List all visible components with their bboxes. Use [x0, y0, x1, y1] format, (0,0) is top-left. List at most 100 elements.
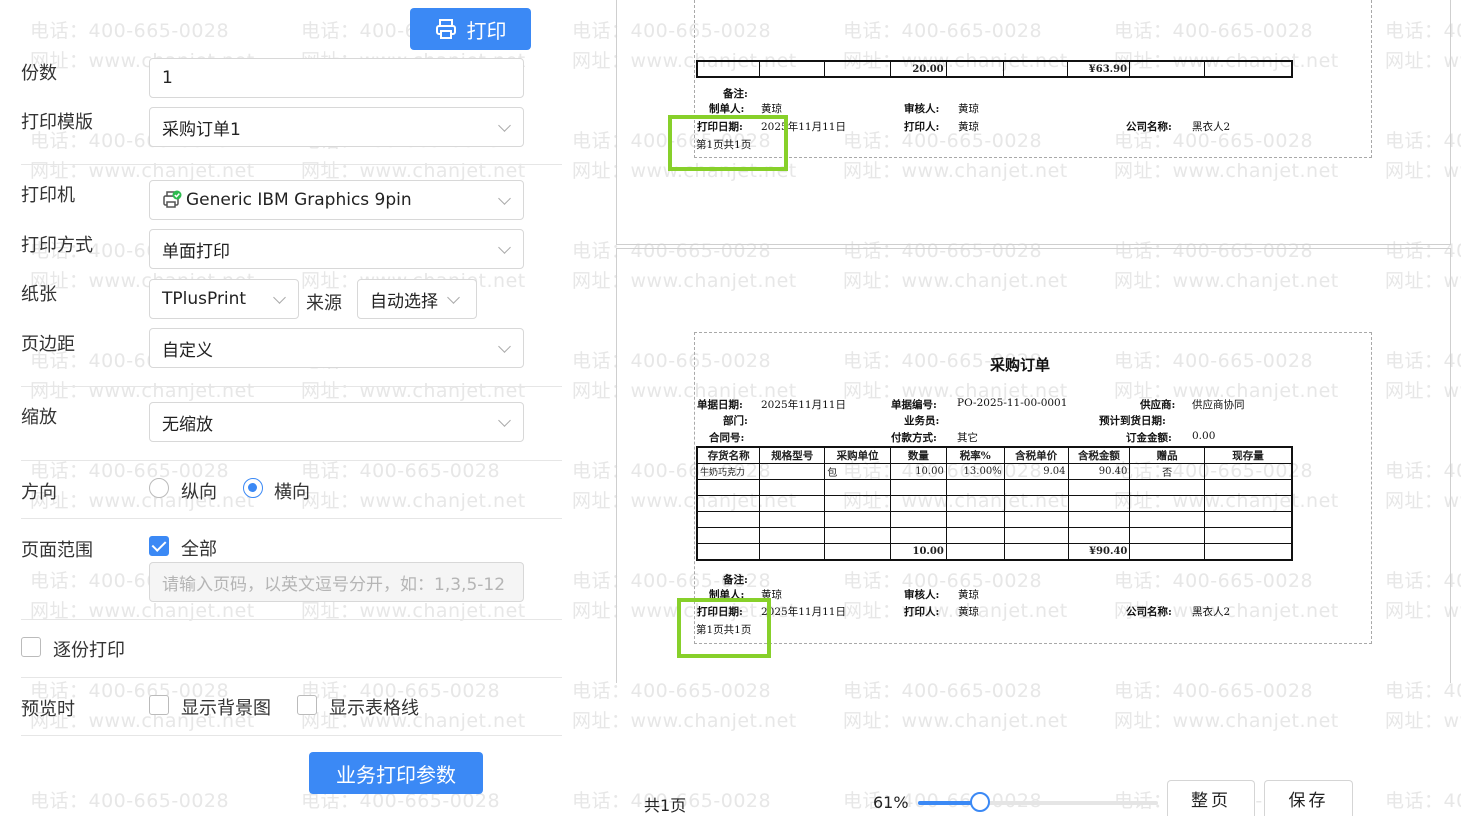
page-range-label: 页面范围 [21, 540, 93, 561]
table-total-row: 10.00 ¥90.40 [696, 543, 1293, 560]
range-all-label[interactable]: 全部 [181, 535, 217, 561]
table-cell [1203, 463, 1293, 480]
scale-select[interactable]: 无缩放 [149, 402, 524, 442]
table-cell: 13.00% [945, 463, 1005, 480]
table-header: 存货名称 [696, 446, 761, 464]
print-date-value: 2025年11月11日 [761, 606, 846, 618]
portrait-label[interactable]: 纵向 [181, 478, 217, 504]
source-value: 自动选择 [370, 291, 438, 312]
table-header: 含税单价 [1003, 446, 1069, 464]
landscape-label[interactable]: 横向 [274, 478, 310, 504]
source-label: 来源 [306, 293, 342, 314]
chevron-down-icon [498, 340, 511, 353]
table-row [696, 511, 1293, 528]
landscape-radio[interactable] [243, 478, 263, 498]
page-range-input[interactable]: 请输入页码，以英文逗号分开，如：1,3,5-12 [149, 562, 524, 602]
zoom-slider[interactable] [918, 792, 1158, 812]
maker-value: 黄琼 [761, 103, 782, 115]
contract-label: 合同号: [709, 432, 745, 444]
table-cell: 包 [824, 463, 892, 480]
auditor-value: 黄琼 [958, 103, 979, 115]
dept-label: 部门: [723, 415, 748, 427]
template-value: 采购订单1 [162, 119, 241, 140]
company-value: 黑衣人2 [1192, 606, 1231, 618]
scale-value: 无缩放 [162, 414, 213, 435]
save-button[interactable]: 保存 [1264, 780, 1353, 816]
table-header: 税率% [945, 446, 1005, 464]
table-cell: 90.40 [1067, 463, 1131, 480]
copies-input[interactable]: 1 [149, 58, 524, 98]
bill-date-label: 单据日期: [697, 399, 743, 411]
deposit-label: 订金金额: [1126, 432, 1172, 444]
template-label: 打印模版 [21, 112, 93, 133]
items-table: 存货名称 规格型号 采购单位 数量 税率% 含税单价 含税金额 赠品 现存量 牛… [696, 446, 1293, 561]
table-cell [759, 463, 826, 480]
range-all-checkbox[interactable] [149, 536, 169, 556]
print-mode-label: 打印方式 [21, 235, 93, 256]
remark-label: 备注: [723, 574, 748, 586]
chevron-down-icon [447, 291, 460, 304]
prev-items-table: 20.00 ¥63.90 [696, 60, 1293, 78]
print-area [694, 0, 1372, 158]
show-background-checkbox[interactable] [149, 695, 169, 715]
chevron-down-icon [498, 192, 511, 205]
printer-ok-icon [162, 190, 182, 210]
show-background-label[interactable]: 显示背景图 [181, 694, 271, 720]
divider [21, 677, 562, 678]
zoom-level: 61% [873, 793, 909, 812]
scale-label: 缩放 [21, 407, 57, 428]
printer-label: 打印机 [21, 185, 75, 206]
deposit-value: 0.00 [1192, 430, 1216, 442]
table-cell: 否 [1129, 463, 1205, 480]
table-row [696, 527, 1293, 544]
print-mode-value: 单面打印 [162, 241, 230, 262]
arrival-date-label: 预计到货日期: [1099, 415, 1166, 427]
preview-label: 预览时 [21, 699, 75, 720]
supplier-label: 供应商: [1140, 399, 1176, 411]
source-select[interactable]: 自动选择 [357, 279, 477, 319]
print-settings-panel: 打印 份数 1 打印模版 采购订单1 打印机 Generic IBM Graph… [0, 0, 562, 816]
table-header-row: 存货名称 规格型号 采购单位 数量 税率% 含税单价 含税金额 赠品 现存量 [696, 446, 1293, 464]
print-button[interactable]: 打印 [410, 8, 531, 50]
table-header: 采购单位 [824, 446, 892, 464]
margin-select[interactable]: 自定义 [149, 328, 524, 368]
company-value: 黑衣人2 [1192, 121, 1231, 133]
fit-page-button[interactable]: 整页 [1167, 780, 1255, 816]
template-select[interactable]: 采购订单1 [149, 107, 524, 147]
divider [21, 619, 562, 620]
business-print-params-button[interactable]: 业务打印参数 [309, 752, 483, 794]
paper-label: 纸张 [21, 284, 57, 305]
print-mode-select[interactable]: 单面打印 [149, 229, 524, 269]
portrait-radio[interactable] [149, 478, 169, 498]
chevron-down-icon [498, 119, 511, 132]
salesman-label: 业务员: [904, 415, 940, 427]
highlight-box [668, 115, 788, 171]
table-row [696, 495, 1293, 512]
print-preview: 20.00 ¥63.90 备注: 制单人: 黄琼 审核人: 黄琼 打印日期: 2… [562, 0, 1461, 816]
margin-value: 自定义 [162, 340, 213, 361]
divider [21, 460, 562, 461]
copies-label: 份数 [21, 63, 57, 84]
table-header: 赠品 [1129, 446, 1205, 464]
maker-label: 制单人: [709, 103, 745, 115]
divider [21, 518, 562, 519]
auditor-label: 审核人: [904, 589, 940, 601]
bill-no-value: PO-2025-11-00-0001 [957, 397, 1068, 409]
paper-select[interactable]: TPlusPrint [149, 279, 299, 319]
divider [21, 386, 562, 387]
table-row [696, 479, 1293, 496]
printer-select[interactable]: Generic IBM Graphics 9pin [149, 180, 524, 220]
page-count: 共1页 [644, 796, 687, 815]
show-gridlines-checkbox[interactable] [297, 695, 317, 715]
collate-label[interactable]: 逐份打印 [53, 636, 125, 662]
table-row: 牛奶巧克力 包 10.00 13.00% 9.04 90.40 否 [696, 463, 1293, 480]
collate-checkbox[interactable] [21, 637, 41, 657]
show-gridlines-label[interactable]: 显示表格线 [329, 694, 419, 720]
print-person-value: 黄琼 [958, 121, 979, 133]
table-cell: 10.00 [890, 463, 947, 480]
chevron-down-icon [273, 291, 286, 304]
bill-date-value: 2025年11月11日 [761, 399, 846, 411]
copies-value: 1 [162, 68, 173, 88]
prev-total-amount: ¥63.90 [1067, 60, 1131, 78]
highlight-box [677, 598, 771, 658]
